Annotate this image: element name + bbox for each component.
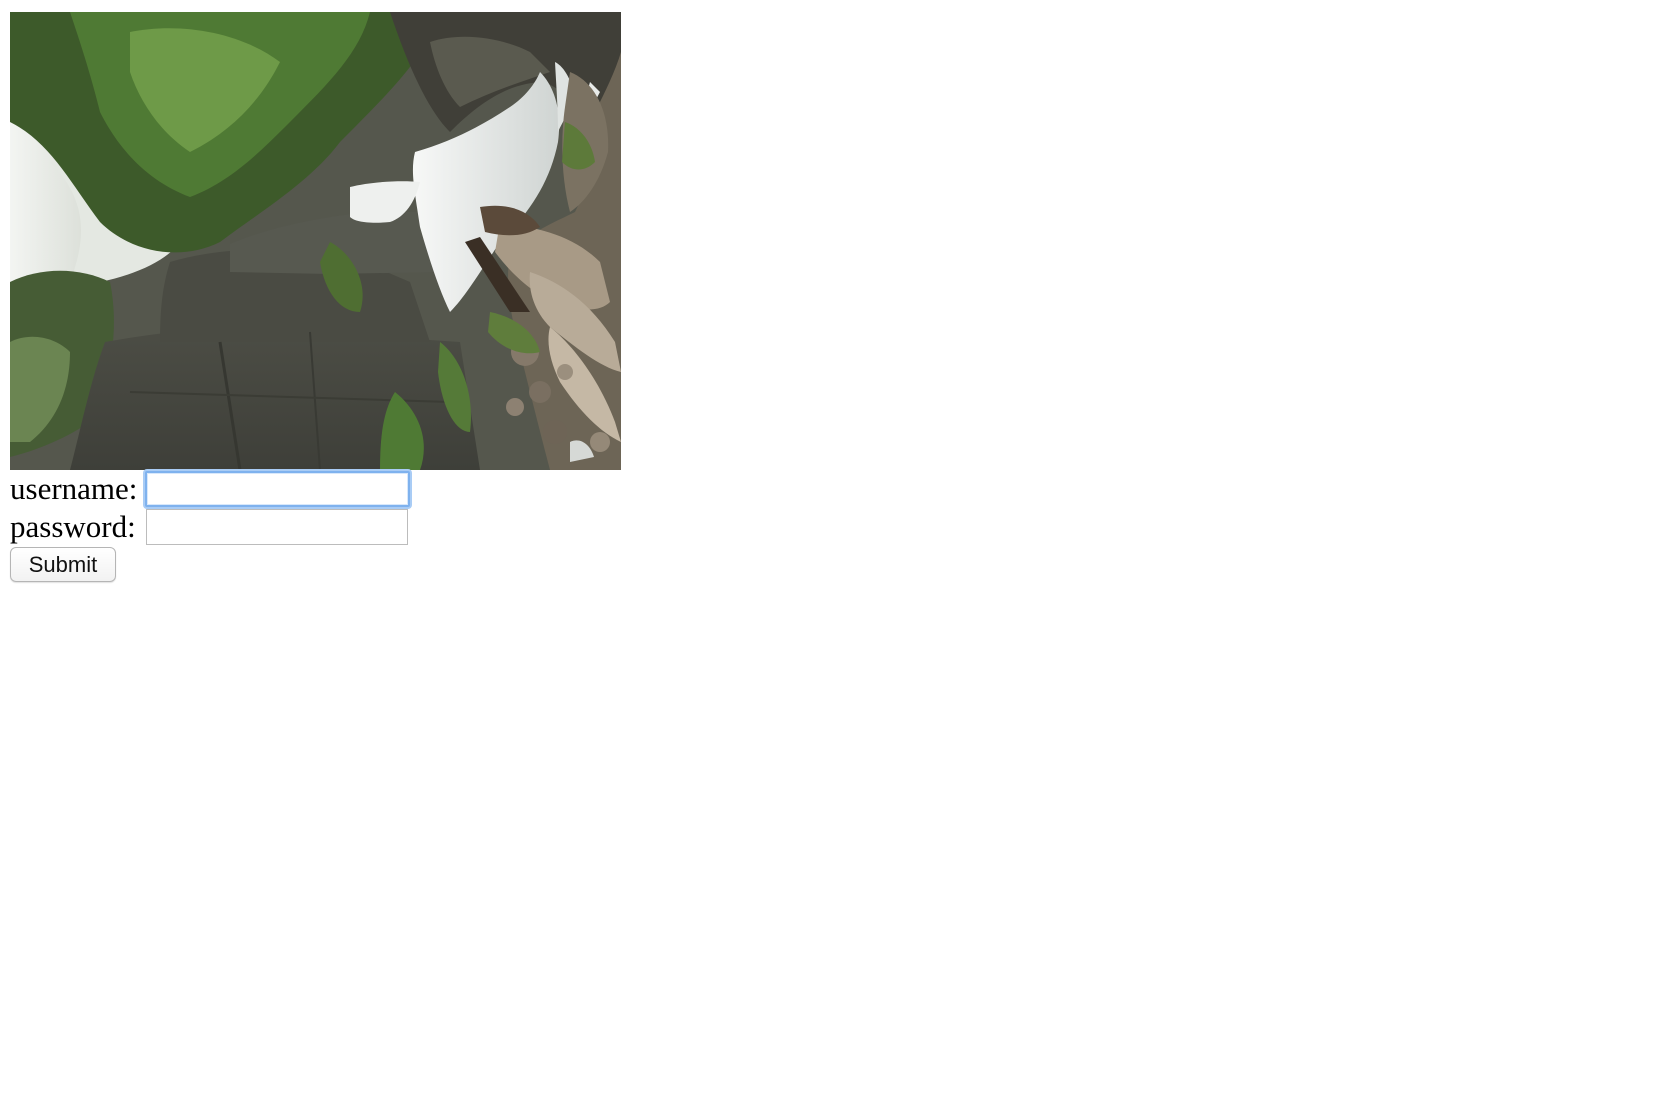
username-row: username: <box>10 470 411 508</box>
waterfall-photo-image <box>10 12 621 470</box>
password-label: password: <box>10 509 136 544</box>
password-input[interactable] <box>145 509 408 545</box>
username-label: username: <box>10 471 138 506</box>
username-input[interactable] <box>145 471 411 507</box>
page: username: password: Submit <box>0 0 1672 1106</box>
waterfall-photo <box>10 12 621 470</box>
password-row: password: <box>10 508 408 546</box>
submit-button[interactable]: Submit <box>10 547 116 582</box>
